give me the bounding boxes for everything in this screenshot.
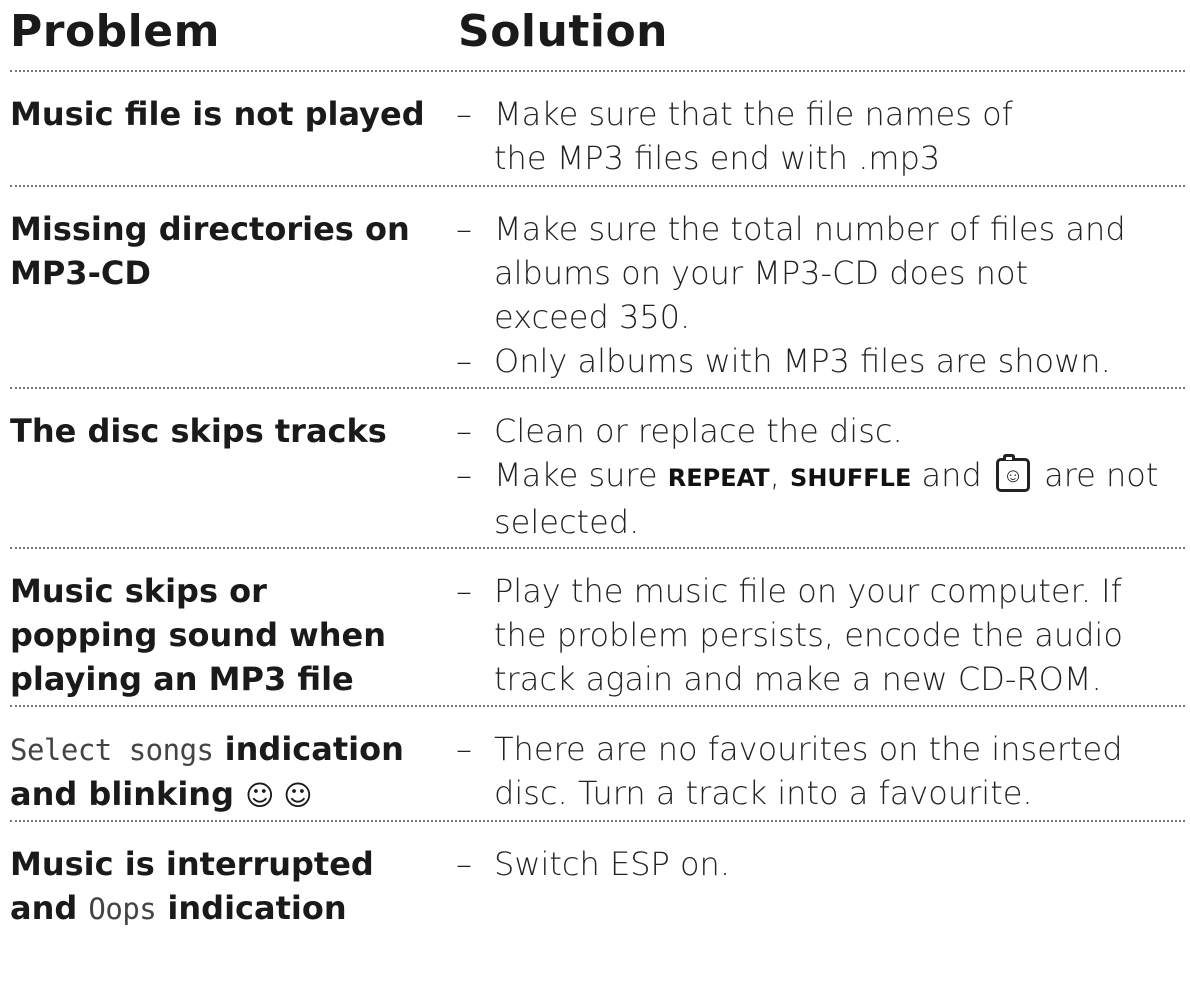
table-row: Music is interrupted and Oops indication… <box>10 822 1185 942</box>
solution-text: Make sure that the file names of the MP3… <box>494 95 1013 177</box>
solution-item: – Play the music file on your computer. … <box>456 569 1186 701</box>
solution-text-mid: and <box>911 456 992 494</box>
table-row: Select songs indication and blinking ☺ ☺… <box>10 707 1185 820</box>
solution-item: – Only albums with MP3 files are shown. <box>456 339 1186 383</box>
bullet-dash: – <box>456 342 472 380</box>
bullet-dash: – <box>456 572 472 610</box>
solution-item: – There are no favourites on the inserte… <box>456 727 1186 815</box>
solution-cell: – Switch ESP on. <box>456 842 1186 886</box>
solution-cell: – There are no favourites on the inserte… <box>456 727 1186 815</box>
problem-cell: Missing directories on MP3-CD <box>10 210 410 292</box>
display-text-select-songs: Select songs <box>10 733 214 767</box>
problem-cell: Music skips or popping sound when playin… <box>10 572 386 698</box>
problem-column-heading: Problem <box>10 6 220 57</box>
solution-text: Clean or replace the disc. <box>494 412 903 450</box>
problem-cell: Select songs indication and blinking ☺ ☺ <box>10 727 458 818</box>
table-row: Music skips or popping sound when playin… <box>10 549 1185 705</box>
solution-column-heading: Solution <box>458 6 668 57</box>
solution-cell: – Play the music file on your computer. … <box>456 569 1186 701</box>
solution-text: There are no favourites on the inserted … <box>494 730 1123 812</box>
solution-cell: – Make sure the total number of files an… <box>456 207 1186 383</box>
problem-cell: The disc skips tracks <box>10 412 387 450</box>
repeat-keyword: REPEAT <box>667 464 770 492</box>
solution-cell: – Make sure that the file names of the M… <box>456 92 1186 180</box>
table-row: Music file is not played – Make sure tha… <box>10 72 1185 185</box>
bullet-dash: – <box>456 456 472 494</box>
smiley-icons: ☺ ☺ <box>245 779 313 812</box>
solution-text-sep: , <box>769 456 791 494</box>
solution-text: Play the music file on your computer. If… <box>494 572 1123 698</box>
bullet-dash: – <box>456 730 472 768</box>
solution-text-prefix: Make sure <box>494 456 668 494</box>
bullet-dash: – <box>456 95 472 133</box>
troubleshooting-table: Problem Solution Music file is not playe… <box>10 0 1185 942</box>
solution-item: – Make sure REPEAT, SHUFFLE and ☺ are no… <box>456 453 1186 544</box>
shuffle-keyword: SHUFFLE <box>790 464 912 492</box>
solution-text: Make sure the total number of files and … <box>494 210 1126 336</box>
solution-item: – Make sure that the file names of the M… <box>456 92 1186 180</box>
solution-text: Only albums with MP3 files are shown. <box>494 342 1111 380</box>
solution-item: – Make sure the total number of files an… <box>456 207 1186 339</box>
display-text-oops: Oops <box>88 892 157 926</box>
problem-cell: Music is interrupted and Oops indication <box>10 842 410 931</box>
problem-cell: Music file is not played <box>10 95 425 133</box>
table-row: Missing directories on MP3-CD – Make sur… <box>10 187 1185 387</box>
solution-cell: – Clean or replace the disc. – Make sure… <box>456 409 1186 544</box>
solution-item: – Switch ESP on. <box>456 842 1186 886</box>
solution-text: Switch ESP on. <box>494 845 730 883</box>
bullet-dash: – <box>456 412 472 450</box>
table-header: Problem Solution <box>10 0 1185 70</box>
problem-text: indication <box>156 889 347 927</box>
icon-tab <box>1002 454 1015 460</box>
favourites-smiley-icon: ☺ <box>995 454 1030 492</box>
table-row: The disc skips tracks – Clean or replace… <box>10 389 1185 547</box>
bullet-dash: – <box>456 210 472 248</box>
icon-face: ☺ <box>1002 463 1024 487</box>
solution-item: – Clean or replace the disc. <box>456 409 1186 453</box>
bullet-dash: – <box>456 845 472 883</box>
